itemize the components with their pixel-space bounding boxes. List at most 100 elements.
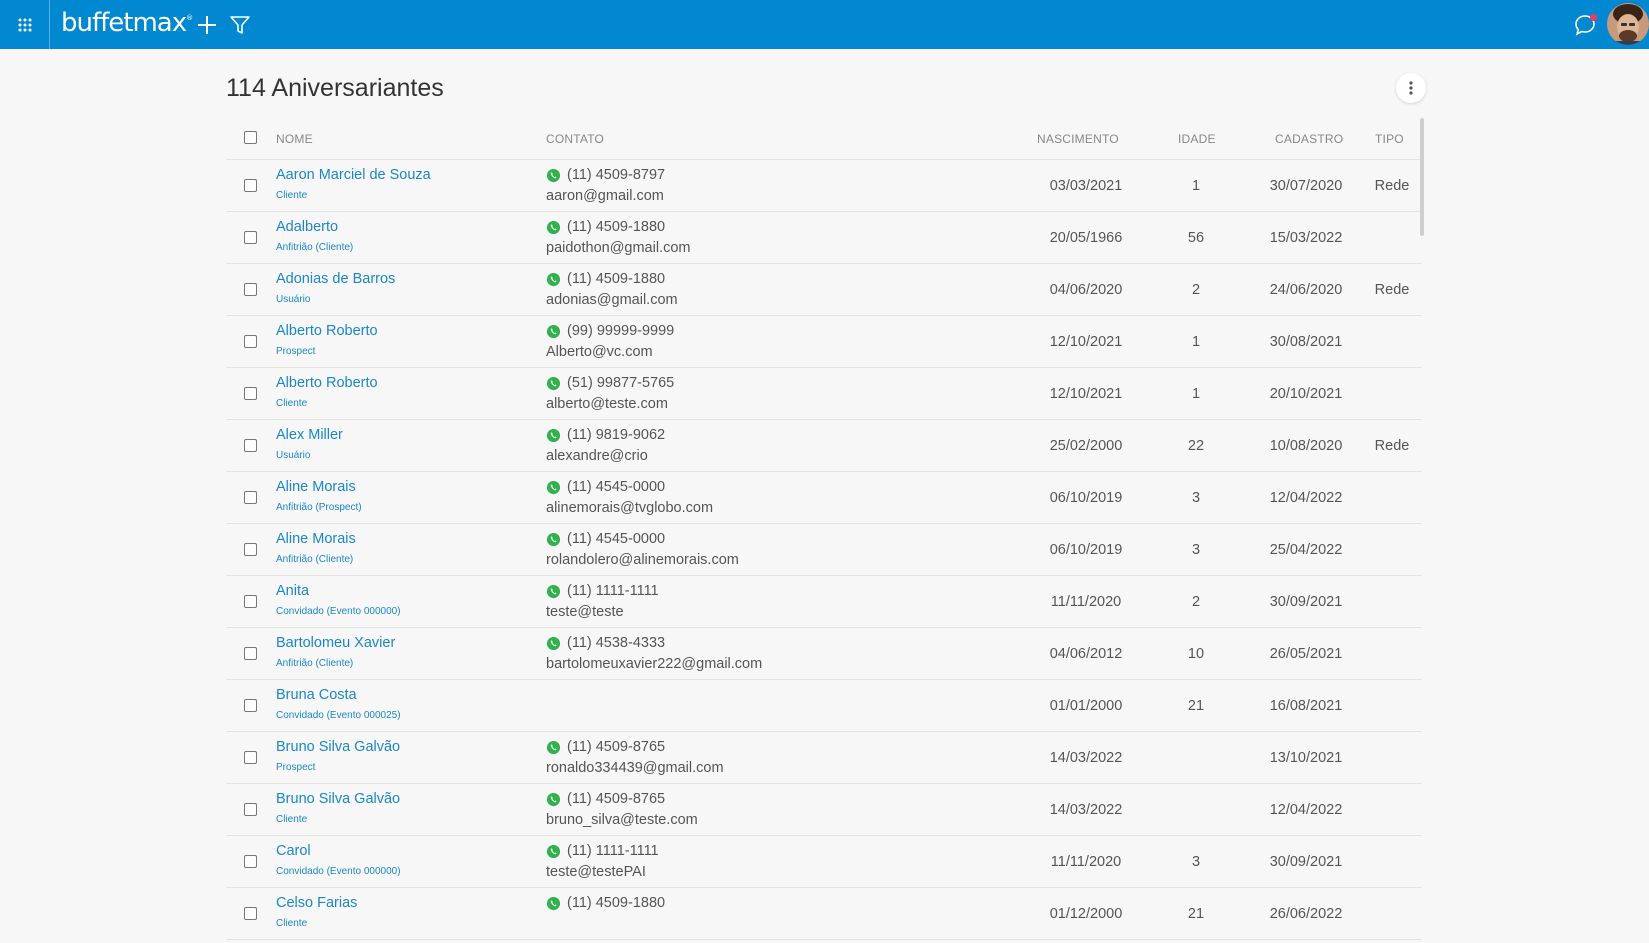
- whatsapp-icon[interactable]: [546, 740, 561, 755]
- contact-name-link[interactable]: Bruno Silva Galvão: [276, 791, 400, 807]
- app-logo[interactable]: buffetmax®: [61, 8, 193, 38]
- whatsapp-icon[interactable]: [546, 844, 561, 859]
- contact-name-link[interactable]: Celso Farias: [276, 895, 357, 911]
- registration-date: 30/08/2021: [1269, 334, 1343, 350]
- header-nome[interactable]: NOME: [276, 132, 313, 146]
- contact-type-label: Anfitrião (Cliente): [276, 242, 354, 253]
- phone-contact[interactable]: (11) 4545-0000: [546, 479, 665, 495]
- table-row[interactable]: Bruno Silva Galvão Prospect (11) 4509-8765…: [226, 732, 1422, 784]
- contact-name-link[interactable]: Aline Morais: [276, 531, 356, 547]
- whatsapp-icon[interactable]: [546, 792, 561, 807]
- table-header: NOME CONTATO NASCIMENTO IDADE CADASTRO T…: [226, 118, 1422, 160]
- table-row[interactable]: Celso Farias Cliente (11) 4509-1880 01/12/2…: [226, 888, 1422, 940]
- page-title: 114 Aniversariantes: [226, 74, 444, 102]
- table-row[interactable]: Aaron Marciel de Souza Cliente (11) 4509-8…: [226, 160, 1422, 212]
- phone-contact[interactable]: (11) 4538-4333: [546, 635, 665, 651]
- contact-name-link[interactable]: Alberto Roberto: [276, 323, 378, 339]
- table-row[interactable]: Alberto Roberto Prospect (99) 99999-9999 Al…: [226, 316, 1422, 368]
- phone-contact[interactable]: (11) 9819-9062: [546, 427, 665, 443]
- row-checkbox[interactable]: [244, 283, 257, 296]
- row-checkbox[interactable]: [244, 335, 257, 348]
- phone-contact[interactable]: (51) 99877-5765: [546, 375, 674, 391]
- add-button[interactable]: [194, 12, 220, 38]
- contact-name-link[interactable]: Alberto Roberto: [276, 375, 378, 391]
- select-all-checkbox[interactable]: [244, 131, 257, 144]
- user-avatar[interactable]: [1607, 3, 1649, 45]
- whatsapp-icon[interactable]: [546, 272, 561, 287]
- phone-number: (51) 99877-5765: [567, 375, 675, 391]
- phone-contact[interactable]: (11) 4509-1880: [546, 895, 665, 911]
- apps-menu-button[interactable]: [0, 0, 50, 49]
- table-row[interactable]: Aline Morais Anfitrião (Prospect) (11) 454…: [226, 472, 1422, 524]
- whatsapp-icon[interactable]: [546, 376, 561, 391]
- phone-contact[interactable]: (11) 4509-1880: [546, 219, 665, 235]
- scrollbar-thumb[interactable]: [1420, 118, 1424, 236]
- header-idade[interactable]: IDADE: [1178, 132, 1216, 146]
- birth-date: 25/02/2000: [1049, 438, 1123, 454]
- whatsapp-icon[interactable]: [546, 584, 561, 599]
- whatsapp-icon[interactable]: [546, 220, 561, 235]
- phone-contact[interactable]: (11) 4509-8765: [546, 739, 665, 755]
- whatsapp-icon[interactable]: [546, 168, 561, 183]
- table-row[interactable]: Anita Convidado (Evento 000000) (11) 1111-…: [226, 576, 1422, 628]
- chat-button[interactable]: [1573, 13, 1597, 37]
- contact-name-link[interactable]: Adonias de Barros: [276, 271, 395, 287]
- table-row[interactable]: Bartolomeu Xavier Anfitrião (Cliente) (11)…: [226, 628, 1422, 680]
- contact-name-link[interactable]: Bruno Silva Galvão: [276, 739, 400, 755]
- contact-name-link[interactable]: Bartolomeu Xavier: [276, 635, 395, 651]
- table-row[interactable]: Bruno Silva Galvão Cliente (11) 4509-8765 b…: [226, 784, 1422, 836]
- contact-name-link[interactable]: Alex Miller: [276, 427, 343, 443]
- row-checkbox[interactable]: [244, 231, 257, 244]
- row-checkbox[interactable]: [244, 751, 257, 764]
- table-row[interactable]: Alberto Roberto Cliente (51) 99877-5765 alb…: [226, 368, 1422, 420]
- contact-name-link[interactable]: Adalberto: [276, 219, 338, 235]
- phone-number: (11) 1111-1111: [567, 843, 659, 859]
- whatsapp-icon[interactable]: [546, 428, 561, 443]
- row-checkbox[interactable]: [244, 387, 257, 400]
- whatsapp-icon[interactable]: [546, 636, 561, 651]
- header-tipo[interactable]: TIPO: [1375, 132, 1404, 146]
- table-row[interactable]: Carol Convidado (Evento 000000) (11) 1111-…: [226, 836, 1422, 888]
- phone-number: (99) 99999-9999: [567, 323, 675, 339]
- row-checkbox[interactable]: [244, 179, 257, 192]
- contact-name-link[interactable]: Bruna Costa: [276, 687, 357, 703]
- table-row[interactable]: Adonias de Barros Usuário (11) 4509-1880 ad…: [226, 264, 1422, 316]
- phone-contact[interactable]: (99) 99999-9999: [546, 323, 674, 339]
- contact-name-link[interactable]: Aline Morais: [276, 479, 356, 495]
- row-checkbox[interactable]: [244, 699, 257, 712]
- row-checkbox[interactable]: [244, 907, 257, 920]
- phone-contact[interactable]: (11) 4509-1880: [546, 271, 665, 287]
- age: 10: [1187, 646, 1205, 662]
- table-row[interactable]: Adalberto Anfitrião (Cliente) (11) 4509-18…: [226, 212, 1422, 264]
- contact-name-link[interactable]: Anita: [276, 583, 309, 599]
- row-checkbox[interactable]: [244, 543, 257, 556]
- contact-name-link[interactable]: Carol: [276, 843, 311, 859]
- header-contato[interactable]: CONTATO: [546, 132, 604, 146]
- whatsapp-icon[interactable]: [546, 480, 561, 495]
- whatsapp-icon[interactable]: [546, 324, 561, 339]
- phone-contact[interactable]: (11) 4545-0000: [546, 531, 665, 547]
- phone-contact[interactable]: (11) 4509-8765: [546, 791, 665, 807]
- table-row[interactable]: Alex Miller Usuário (11) 9819-9062 alexandr…: [226, 420, 1422, 472]
- header-cadastro[interactable]: CADASTRO: [1275, 132, 1343, 146]
- row-checkbox[interactable]: [244, 439, 257, 452]
- whatsapp-icon[interactable]: [546, 532, 561, 547]
- row-checkbox[interactable]: [244, 595, 257, 608]
- table-row[interactable]: Aline Morais Anfitrião (Cliente) (11) 4545…: [226, 524, 1422, 576]
- email-address: alexandre@crio: [546, 448, 648, 464]
- whatsapp-icon[interactable]: [546, 896, 561, 911]
- row-checkbox[interactable]: [244, 491, 257, 504]
- phone-contact[interactable]: (11) 1111-1111: [546, 843, 659, 859]
- row-checkbox[interactable]: [244, 647, 257, 660]
- more-options-button[interactable]: [1396, 73, 1426, 103]
- row-checkbox[interactable]: [244, 855, 257, 868]
- contact-name-link[interactable]: Aaron Marciel de Souza: [276, 167, 431, 183]
- birthday-table: NOME CONTATO NASCIMENTO IDADE CADASTRO T…: [226, 118, 1422, 940]
- phone-contact[interactable]: (11) 4509-8797: [546, 167, 665, 183]
- row-checkbox[interactable]: [244, 803, 257, 816]
- table-row[interactable]: Bruna Costa Convidado (Evento 000025) 01/0…: [226, 680, 1422, 732]
- registration-date: 15/03/2022: [1269, 230, 1343, 246]
- filter-button[interactable]: [227, 12, 253, 38]
- phone-contact[interactable]: (11) 1111-1111: [546, 583, 659, 599]
- header-nascimento[interactable]: NASCIMENTO: [1037, 132, 1119, 146]
